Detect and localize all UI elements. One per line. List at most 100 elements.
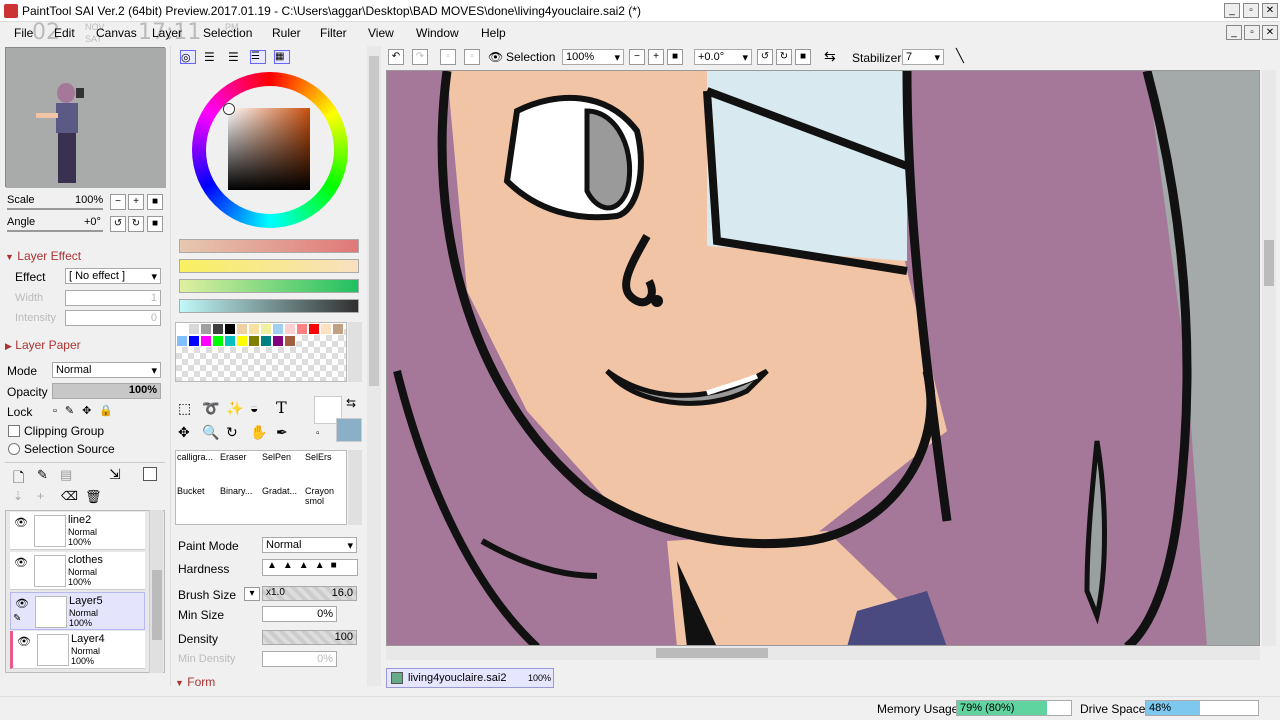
merge-down-icon[interactable]: ⇣ [13,489,23,503]
visibility-eye-icon[interactable]: 👁 [12,516,30,529]
palette-swatch[interactable] [260,323,272,335]
redo-icon[interactable]: ↷ [412,49,428,65]
min-size-slider[interactable]: 0% [262,606,337,622]
zoom-out-button[interactable]: − [629,49,645,65]
brush-grid-scrollbar[interactable] [348,450,362,525]
palette-swatch[interactable] [296,323,308,335]
intensity-field[interactable]: 0 [65,310,161,326]
scale-plus-button[interactable]: + [128,194,144,210]
scrollbar-thumb[interactable] [1264,240,1274,286]
width-field[interactable]: 1 [65,290,161,306]
palette-swatch[interactable] [236,335,248,347]
magic-wand-icon[interactable]: ✨ [226,400,243,417]
canvas-vertical-scrollbar[interactable] [1262,70,1276,646]
doc-minimize-button[interactable]: _ [1226,25,1242,40]
add-layer-icon[interactable]: + [37,489,44,503]
selection-source-radio[interactable] [8,443,20,455]
scrollbar-thumb[interactable] [369,56,379,386]
move-icon[interactable]: ✥ [178,424,190,441]
min-density-slider[interactable]: 0% [262,651,337,667]
hand-icon[interactable]: ✋ [250,424,267,441]
density-slider[interactable]: 100 [262,630,357,645]
palette-swatch[interactable] [188,335,200,347]
opacity-slider[interactable]: 100% [52,383,161,399]
brush-selpen[interactable]: SelPen [262,452,304,484]
rotate-ccw-icon[interactable]: ↺ [757,49,773,65]
zoom-reset-button[interactable]: ■ [667,49,683,65]
palette-swatch[interactable] [212,323,224,335]
lasso-icon[interactable]: ➰ [202,400,219,417]
line-tool-icon[interactable]: ╲ [956,48,964,64]
palette-swatch[interactable] [284,323,296,335]
palette-swatch[interactable] [176,323,188,335]
eyedropper-icon[interactable]: ✒ [276,424,288,441]
doc-close-button[interactable]: ✕ [1262,25,1278,40]
swap-colors-icon[interactable]: ⇆ [346,396,356,410]
secondary-color-swatch[interactable] [336,418,362,442]
rgb-slider-tab-icon[interactable]: ☰ [204,50,215,64]
layer-row[interactable]: 👁 Layer4 Normal 100% [10,631,145,669]
menu-view[interactable]: View [368,26,394,40]
scratchpad-tab-icon[interactable]: ☰ [250,50,266,64]
scale-slider[interactable] [7,208,103,210]
visibility-eye-icon[interactable]: 👁 [13,597,31,610]
brush-calligraphy[interactable]: calligra... [177,452,219,484]
hsv-slider-tab-icon[interactable]: ☰ [228,50,239,64]
palette-swatch[interactable] [248,335,260,347]
scrollbar-thumb[interactable] [656,648,768,658]
layer-row[interactable]: 👁 clothes Normal 100% [10,552,145,590]
palette-swatch[interactable] [272,323,284,335]
palette-swatch[interactable] [284,335,296,347]
layer-row[interactable]: 👁 line2 Normal 100% [10,512,145,550]
brush-bucket[interactable]: Bucket [177,486,219,518]
rotate-right-icon[interactable]: ↻ [128,216,144,232]
alpha-slider[interactable] [179,299,359,313]
fill-bucket-icon[interactable]: ◒ [250,400,258,416]
rectangle-select-icon[interactable]: ⬚ [178,400,191,417]
clipping-group-checkbox[interactable] [8,425,20,437]
menu-edit[interactable]: Edit [54,26,75,40]
menu-canvas[interactable]: Canvas [96,26,137,40]
green-slider[interactable] [179,259,359,273]
transfer-down-icon[interactable]: ⇲ [109,466,121,483]
maximize-button[interactable]: ▫ [1243,3,1259,18]
brush-gradation[interactable]: Gradat... [262,486,304,518]
layer-effect-header[interactable]: ▼ Layer Effect [5,249,81,263]
palette-swatch[interactable] [200,335,212,347]
zoom-icon[interactable]: 🔍 [202,424,219,441]
rotate-view-icon[interactable]: ↻ [226,424,238,441]
blend-mode-select[interactable]: Normal ▾ [52,362,161,378]
zoom-select[interactable]: 100% ▾ [562,49,624,65]
deselect-icon[interactable]: ▫ [440,49,456,65]
menu-file[interactable]: File [14,26,33,40]
saturation-value-square[interactable] [228,108,310,190]
color-picker-cursor[interactable] [224,104,234,114]
layer-mask-icon[interactable] [143,467,157,481]
clear-layer-icon[interactable]: ⌫ [61,489,78,503]
layer-list-scrollbar[interactable] [149,510,163,673]
menu-ruler[interactable]: Ruler [272,26,301,40]
palette-swatch[interactable] [308,323,320,335]
menu-layer[interactable]: Layer [152,26,182,40]
palette-swatch[interactable] [224,335,236,347]
swatch-palette[interactable] [175,322,347,382]
menu-window[interactable]: Window [416,26,459,40]
flip-horizontal-icon[interactable]: ⇆ [824,48,836,65]
stabilizer-select[interactable]: 7 ▾ [902,49,944,65]
visibility-eye-icon[interactable]: 👁 [12,556,30,569]
palette-swatch[interactable] [212,335,224,347]
selection-visibility-eye-icon[interactable]: 👁 [488,50,503,64]
color-wheel-tab-icon[interactable]: ◎ [180,50,196,64]
drawing-canvas[interactable] [386,70,1260,646]
panel-scrollbar[interactable] [367,46,381,686]
hardness-selector[interactable]: ▲▲▲▲■ [262,559,358,576]
layer-paper-header[interactable]: ▶ Layer Paper [5,338,81,352]
new-layer-icon[interactable]: 🗋 [13,467,24,491]
red-slider[interactable] [179,239,359,253]
palette-swatch[interactable] [188,323,200,335]
delete-layer-icon[interactable]: 🗑 [85,489,102,505]
palette-scrollbar[interactable] [348,322,362,382]
canvas-horizontal-scrollbar[interactable] [386,646,1260,660]
palette-swatch[interactable] [320,323,332,335]
palette-swatch[interactable] [332,323,344,335]
